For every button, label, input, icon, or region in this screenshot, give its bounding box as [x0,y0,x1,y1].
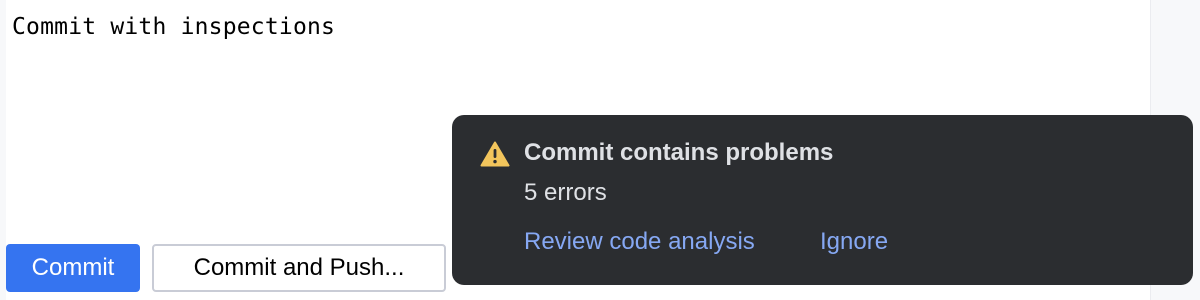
commit-button[interactable]: Commit [6,244,140,292]
ignore-link[interactable]: Ignore [820,228,888,256]
commit-and-push-button[interactable]: Commit and Push... [152,244,446,292]
commit-panel: Commit with inspections Commit Commit an… [0,0,1200,300]
review-code-analysis-link[interactable]: Review code analysis [524,228,755,256]
commit-problems-notification: Commit contains problems 5 errors Review… [452,115,1193,285]
commit-message-editor[interactable]: Commit with inspections [12,14,335,40]
warning-icon [480,141,510,167]
notification-title: Commit contains problems [524,139,834,166]
notification-error-count: 5 errors [524,179,607,206]
